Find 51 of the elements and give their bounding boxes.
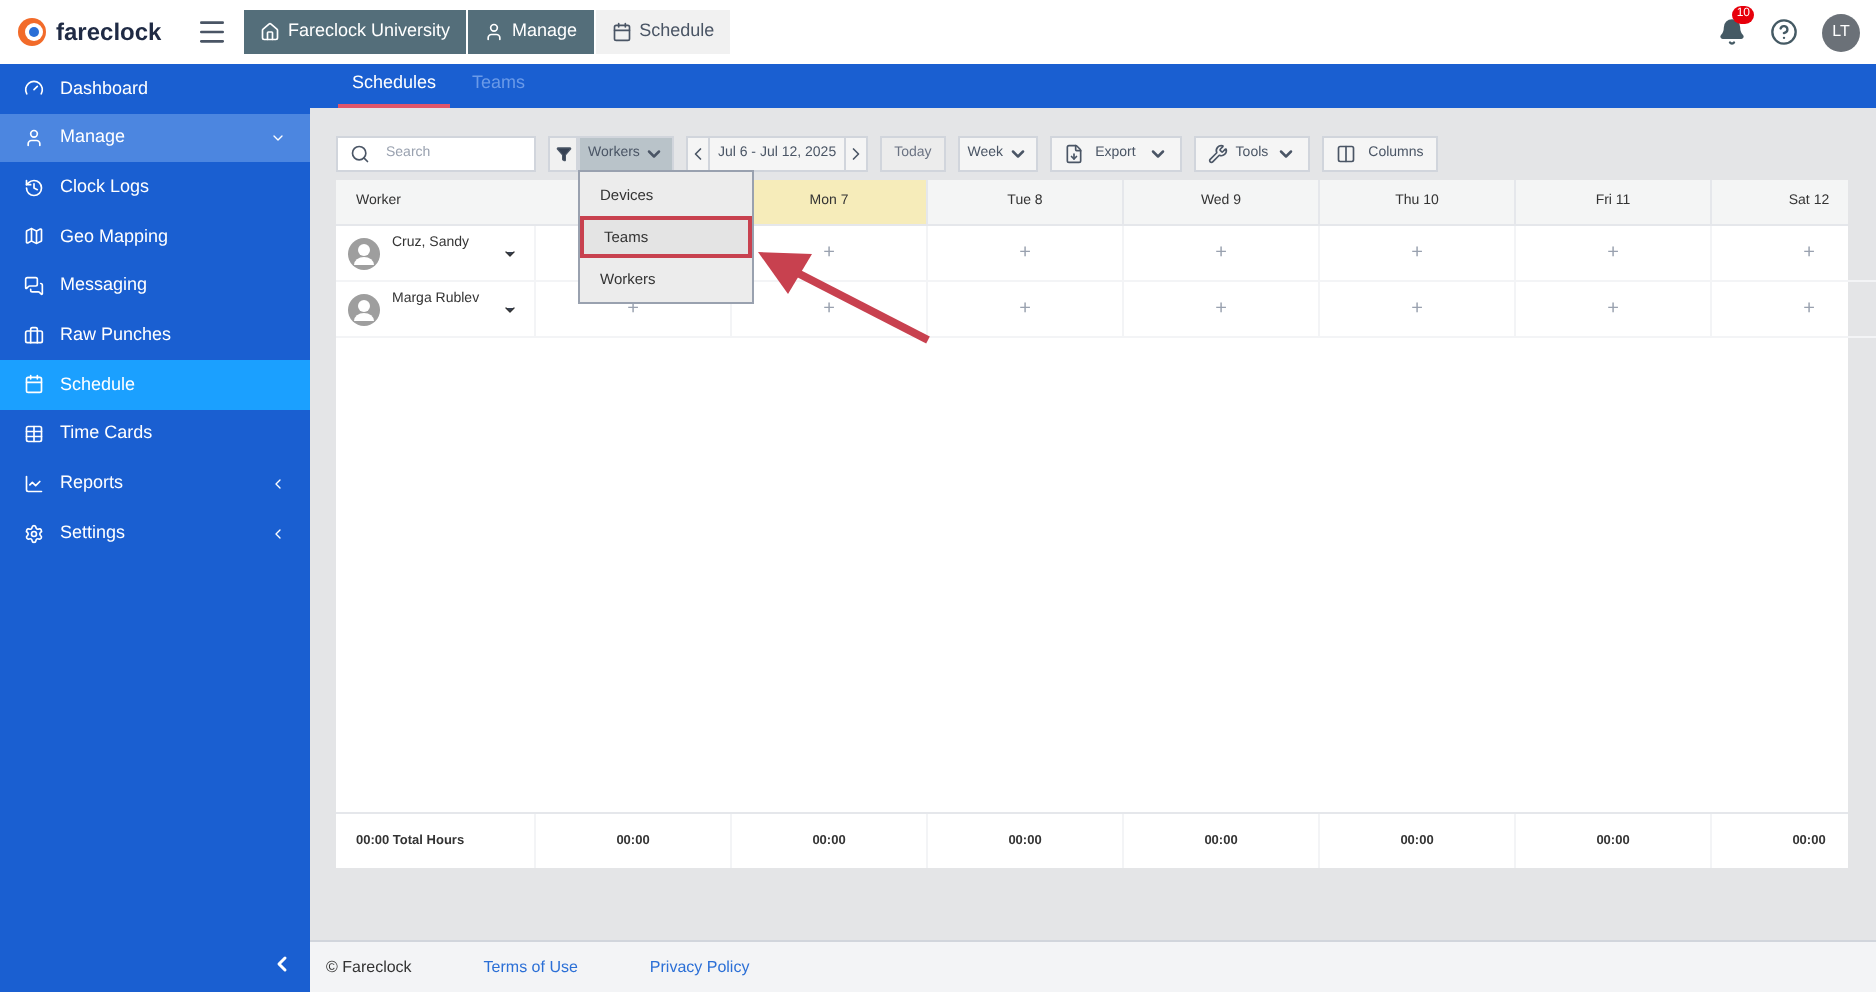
filter-button[interactable] — [548, 136, 578, 172]
menu-button[interactable] — [196, 16, 228, 48]
breadcrumb-link[interactable]: Fareclock University — [244, 10, 469, 54]
gear-icon — [24, 523, 44, 544]
caret-icon — [1276, 144, 1297, 164]
copyright-text: © Fareclock — [326, 955, 412, 979]
next-button[interactable] — [844, 136, 869, 172]
breadcrumb-link[interactable]: Schedule — [595, 10, 731, 54]
sidebar-item[interactable]: Reports — [0, 459, 310, 509]
table-icon — [24, 424, 44, 445]
avatar-icon — [348, 237, 380, 269]
caret-icon — [1147, 144, 1168, 164]
avatar-icon — [348, 293, 380, 325]
user-avatar[interactable]: LT — [1822, 13, 1860, 51]
breadcrumb-link[interactable]: Manage — [468, 10, 596, 54]
chevron-icon — [270, 525, 286, 542]
sidebar-item[interactable]: Dashboard — [0, 64, 310, 114]
sidebar-item[interactable]: Messaging — [0, 261, 310, 311]
briefcase-icon — [24, 325, 44, 346]
brand-name: fareclock — [56, 16, 162, 50]
filter-icon — [555, 146, 571, 162]
user-icon — [24, 128, 44, 149]
logo-icon — [16, 16, 48, 48]
sidebar-item[interactable]: Raw Punches — [0, 310, 310, 361]
calendar-icon — [611, 22, 632, 42]
home-icon — [260, 22, 280, 42]
sidebar-item[interactable]: Manage — [0, 113, 310, 163]
sidebar-item[interactable]: Time Cards — [0, 409, 310, 459]
user-icon — [484, 22, 505, 42]
file-icon — [1063, 144, 1084, 164]
wrench-icon — [1207, 144, 1228, 164]
caret-icon — [643, 144, 664, 164]
map-icon — [24, 226, 44, 247]
gauge-icon — [24, 78, 44, 99]
sidebar-item[interactable]: Settings — [0, 508, 310, 558]
columns-icon — [1336, 144, 1357, 164]
chevron-icon — [270, 475, 286, 492]
sidebar-item[interactable]: Geo Mapping — [0, 212, 310, 262]
tab[interactable]: Schedules — [338, 69, 451, 108]
caret-icon — [1007, 144, 1028, 164]
calendar-icon — [24, 374, 44, 395]
bell-icon[interactable] — [1718, 18, 1746, 46]
footer-link[interactable]: Terms of Use — [483, 955, 578, 979]
history-icon — [24, 177, 44, 198]
chart-icon — [24, 473, 44, 494]
search-icon — [350, 144, 370, 164]
footer-link[interactable]: Privacy Policy — [649, 955, 750, 979]
chat-icon — [24, 276, 44, 297]
sidebar-item[interactable]: Schedule — [0, 360, 310, 410]
help-icon[interactable] — [1770, 18, 1798, 46]
sidebar-item[interactable]: Clock Logs — [0, 162, 310, 213]
